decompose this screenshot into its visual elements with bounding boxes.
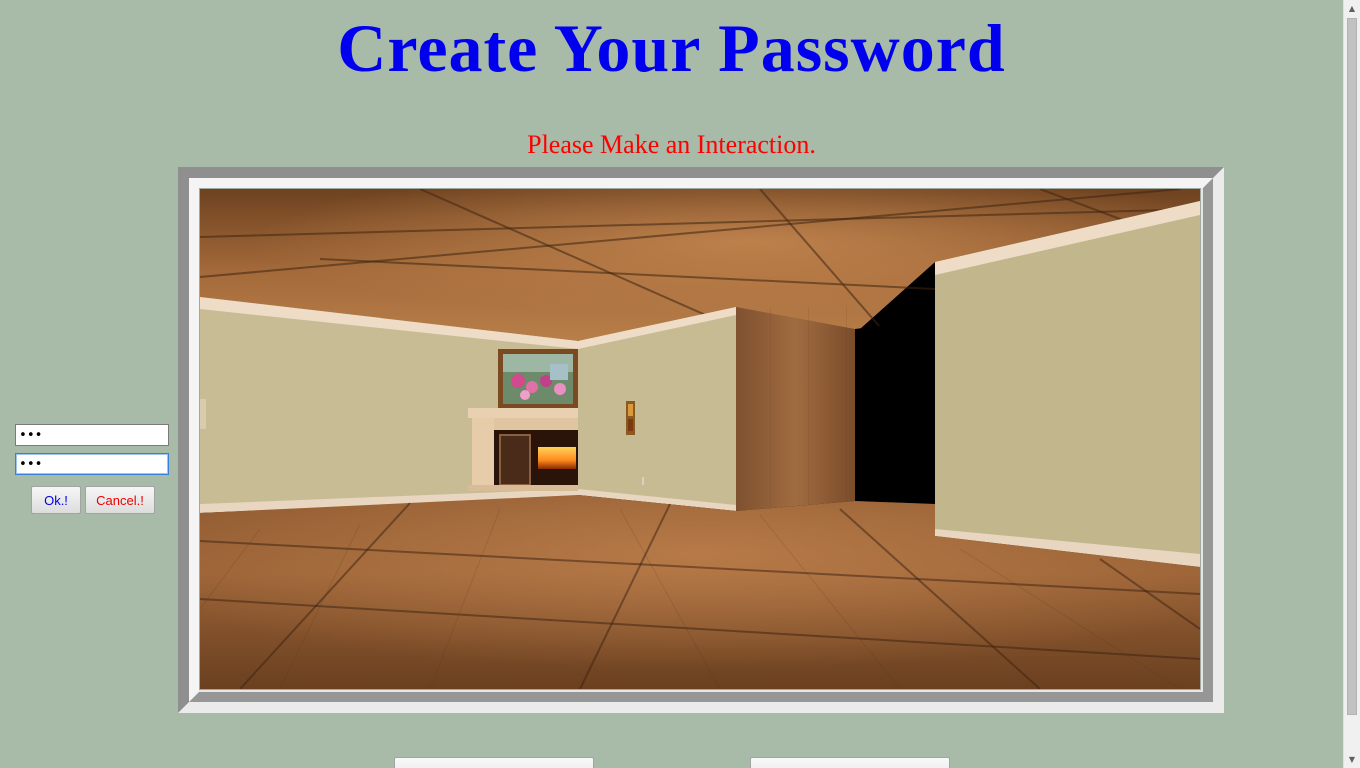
fireplace [468,408,578,491]
page-title: Create Your Password [337,10,1006,86]
painting-flowers [498,349,578,409]
cancel-button[interactable]: Cancel.! [85,486,155,514]
instruction-text: Please Make an Interaction. [527,130,816,159]
page: Create Your Password Please Make an Inte… [0,0,1343,768]
ok-button[interactable]: Ok.! [31,486,81,514]
bottom-button-left[interactable] [394,757,594,768]
3d-room-viewport[interactable] [199,188,1201,690]
scroll-up-arrow-icon[interactable]: ▲ [1344,0,1360,17]
small-wall-picture [626,401,635,435]
scene-frame [178,167,1224,713]
bottom-button-right[interactable] [750,757,950,768]
vertical-scrollbar[interactable]: ▲ ▼ [1343,0,1360,768]
confirm-password-field[interactable] [15,453,169,475]
password-field[interactable] [15,424,169,446]
scrollbar-thumb[interactable] [1347,18,1357,715]
light-switch [642,477,644,485]
scroll-down-arrow-icon[interactable]: ▼ [1344,751,1360,768]
